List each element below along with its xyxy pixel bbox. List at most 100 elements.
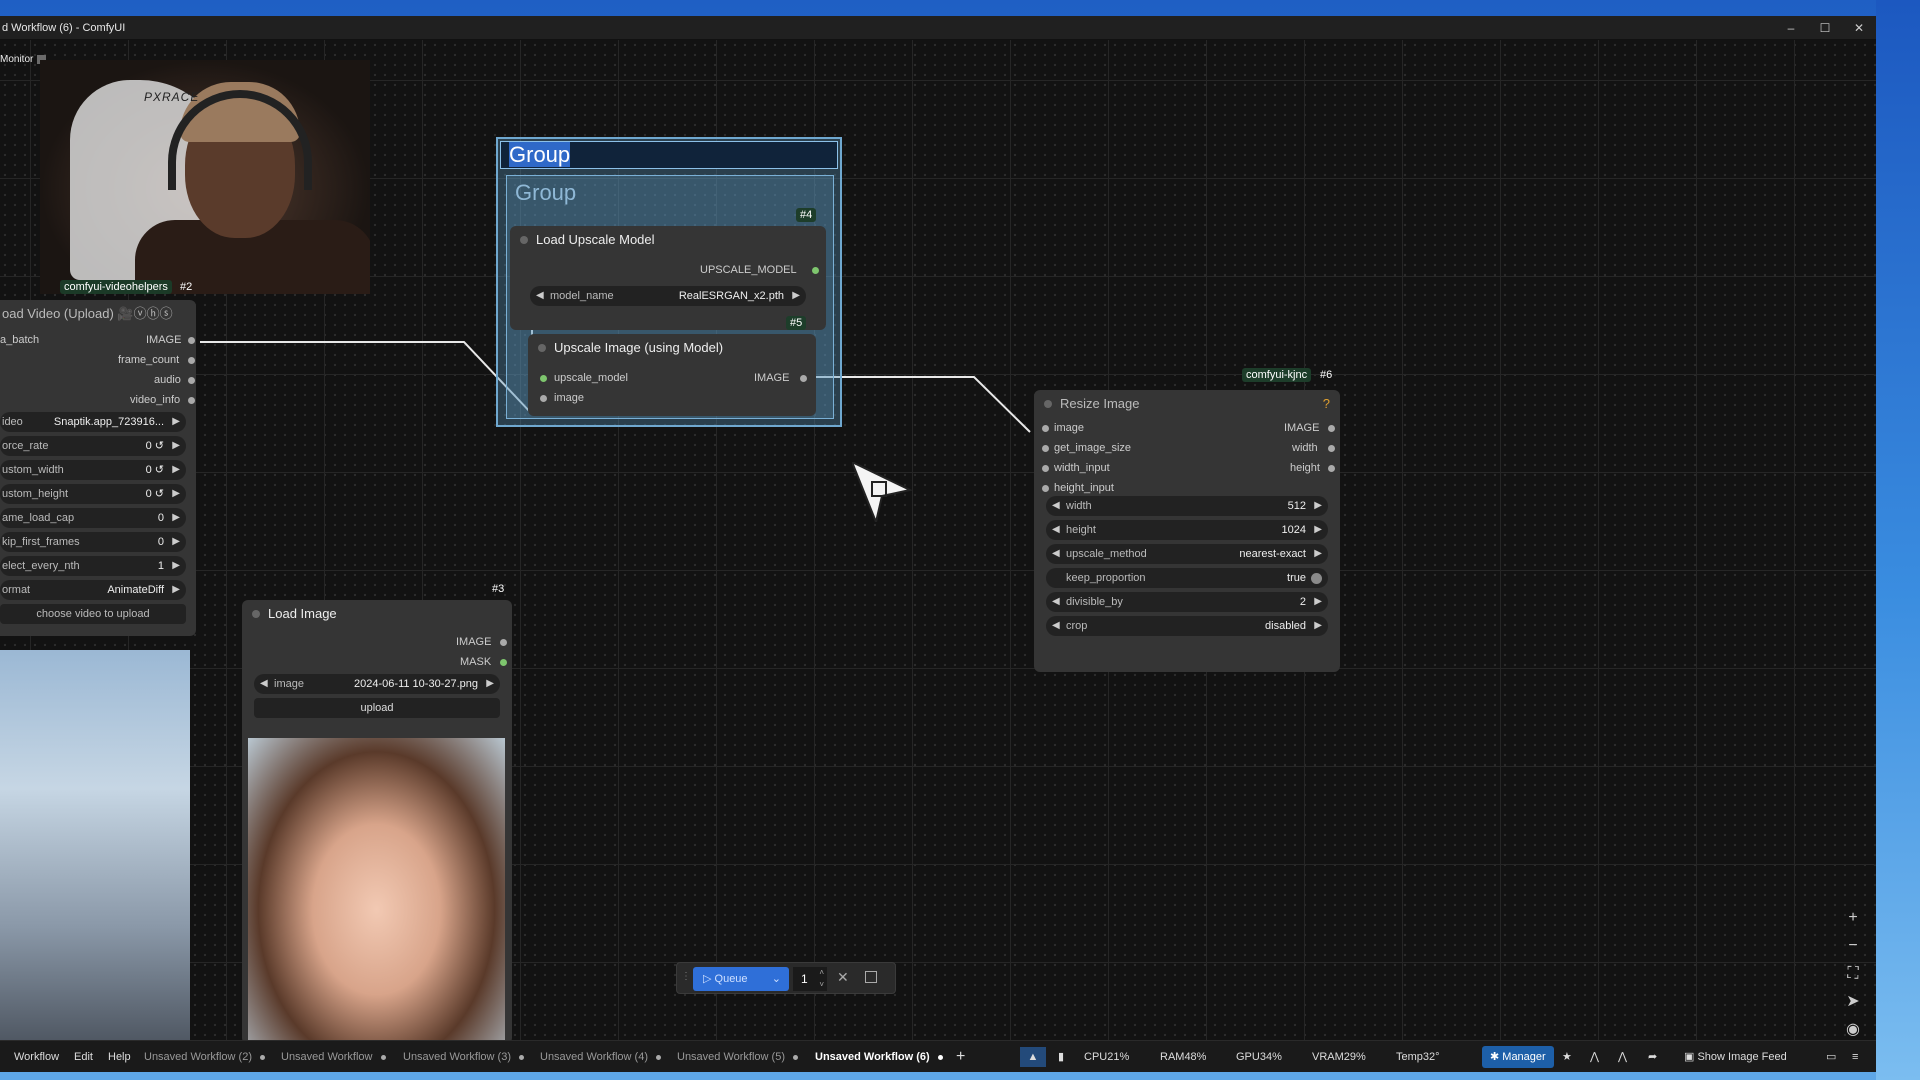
arrow-right-icon[interactable]: ▶ bbox=[1314, 616, 1322, 636]
output-socket[interactable] bbox=[800, 375, 807, 382]
widget-format[interactable]: ormat AnimateDiff ▶ bbox=[0, 580, 186, 600]
workflow-tab-active[interactable]: Unsaved Workflow (6) bbox=[815, 1041, 943, 1072]
arrow-right-icon[interactable]: ▶ bbox=[172, 436, 180, 456]
output-socket[interactable] bbox=[1328, 445, 1335, 452]
share-icon[interactable]: ➦ bbox=[1648, 1041, 1657, 1072]
divisible-by-widget[interactable]: ◀ divisible_by 2 ▶ bbox=[1046, 592, 1328, 612]
output-socket[interactable] bbox=[500, 639, 507, 646]
output-socket[interactable] bbox=[1328, 465, 1335, 472]
menu-workflow[interactable]: Workflow bbox=[14, 1041, 59, 1072]
close-button[interactable]: ✕ bbox=[1842, 16, 1876, 40]
output-socket[interactable] bbox=[500, 659, 507, 666]
comfy-logo-icon[interactable]: ▲ bbox=[1020, 1047, 1046, 1067]
arrow-left-icon[interactable]: ◀ bbox=[1052, 544, 1060, 564]
arrow-left-icon[interactable]: ◀ bbox=[1052, 520, 1060, 540]
upscale-method-widget[interactable]: ◀ upscale_method nearest-exact ▶ bbox=[1046, 544, 1328, 564]
queue-button[interactable]: ▷ Queue ⌄ bbox=[693, 967, 789, 991]
workflow-tab[interactable]: Unsaved Workflow (2) bbox=[144, 1041, 265, 1072]
arrow-right-icon[interactable]: ▶ bbox=[172, 580, 180, 600]
stop-icon[interactable] bbox=[865, 971, 877, 983]
widget-custom-width[interactable]: ustom_width 0 ↺ ▶ bbox=[0, 460, 186, 480]
queue-count-input[interactable]: 1 ˄ ˅ bbox=[793, 967, 827, 991]
manager-button[interactable]: ✱ Manager bbox=[1482, 1046, 1554, 1068]
cancel-icon[interactable]: ✕ bbox=[837, 969, 849, 986]
input-socket[interactable] bbox=[1042, 485, 1049, 492]
load-video-node[interactable]: oad Video (Upload) 🎥ⓥⓗⓢ a_batch IMAGE fr… bbox=[0, 300, 196, 636]
input-socket[interactable] bbox=[1042, 465, 1049, 472]
widget-video[interactable]: ideo Snaptik.app_723916... ▶ bbox=[0, 412, 186, 432]
output-socket[interactable] bbox=[188, 337, 195, 344]
chevron-down-icon[interactable]: ⌄ bbox=[772, 967, 781, 991]
stepper-icon[interactable]: ˄ ˅ bbox=[819, 967, 824, 991]
zoom-in-icon[interactable]: + bbox=[1838, 904, 1868, 932]
group-title-input[interactable]: Group bbox=[500, 141, 838, 169]
arrow-left-icon[interactable]: ◀ bbox=[536, 286, 544, 306]
arrow-right-icon[interactable]: ▶ bbox=[792, 286, 800, 306]
maximize-button[interactable]: ☐ bbox=[1808, 16, 1842, 40]
collapse-dot-icon[interactable] bbox=[538, 344, 546, 352]
model-icon[interactable]: ⋀ bbox=[1590, 1041, 1599, 1072]
arrow-left-icon[interactable]: ◀ bbox=[1052, 496, 1060, 516]
arrow-right-icon[interactable]: ▶ bbox=[172, 532, 180, 552]
output-socket[interactable] bbox=[188, 357, 195, 364]
widget-skip-first-frames[interactable]: kip_first_frames 0 ▶ bbox=[0, 532, 186, 552]
hamburger-menu-icon[interactable]: ≡ bbox=[1852, 1041, 1858, 1072]
upscale-image-node[interactable]: Upscale Image (using Model) upscale_mode… bbox=[528, 334, 816, 416]
arrow-right-icon[interactable]: ▶ bbox=[1314, 544, 1322, 564]
show-image-feed-button[interactable]: ▣ Show Image Feed bbox=[1684, 1041, 1787, 1072]
menu-edit[interactable]: Edit bbox=[74, 1041, 93, 1072]
widget-frame-load-cap[interactable]: ame_load_cap 0 ▶ bbox=[0, 508, 186, 528]
arrow-right-icon[interactable]: ▶ bbox=[172, 556, 180, 576]
arrow-right-icon[interactable]: ▶ bbox=[172, 508, 180, 528]
choose-video-button[interactable]: choose video to upload bbox=[0, 604, 186, 624]
arrow-left-icon[interactable]: ◀ bbox=[1052, 616, 1060, 636]
width-widget[interactable]: ◀ width 512 ▶ bbox=[1046, 496, 1328, 516]
navigate-icon[interactable]: ➤ bbox=[1838, 988, 1868, 1016]
toggle-knob-icon[interactable] bbox=[1311, 573, 1322, 584]
bookmark-icon[interactable]: ▮ bbox=[1058, 1041, 1064, 1072]
load-upscale-model-node[interactable]: Load Upscale Model UPSCALE_MODEL ◀ model… bbox=[510, 226, 826, 330]
fit-view-icon[interactable]: ⛶ bbox=[1838, 960, 1868, 988]
arrow-right-icon[interactable]: ▶ bbox=[172, 484, 180, 504]
resize-image-node[interactable]: Resize Image ? image get_image_size widt… bbox=[1034, 390, 1340, 672]
workflow-tab[interactable]: Unsaved Workflow bbox=[281, 1041, 386, 1072]
arrow-right-icon[interactable]: ▶ bbox=[172, 460, 180, 480]
model-name-selector[interactable]: ◀ model_name RealESRGAN_x2.pth ▶ bbox=[530, 286, 806, 306]
output-socket[interactable] bbox=[188, 397, 195, 404]
height-widget[interactable]: ◀ height 1024 ▶ bbox=[1046, 520, 1328, 540]
output-socket[interactable] bbox=[1328, 425, 1335, 432]
menu-help[interactable]: Help bbox=[108, 1041, 131, 1072]
input-socket[interactable] bbox=[1042, 445, 1049, 452]
help-icon[interactable]: ? bbox=[1323, 390, 1330, 418]
image-selector[interactable]: ◀ image 2024-06-11 10-30-27.png ▶ bbox=[254, 674, 500, 694]
arrow-right-icon[interactable]: ▶ bbox=[1314, 520, 1322, 540]
arrow-right-icon[interactable]: ▶ bbox=[172, 412, 180, 432]
workflow-tab[interactable]: Unsaved Workflow (5) bbox=[677, 1041, 798, 1072]
input-socket[interactable] bbox=[540, 395, 547, 402]
widget-select-every-nth[interactable]: elect_every_nth 1 ▶ bbox=[0, 556, 186, 576]
arrow-left-icon[interactable]: ◀ bbox=[1052, 592, 1060, 612]
input-socket[interactable] bbox=[540, 375, 547, 382]
arrow-right-icon[interactable]: ▶ bbox=[486, 674, 494, 694]
keep-proportion-toggle[interactable]: keep_proportion true bbox=[1046, 568, 1328, 588]
widget-custom-height[interactable]: ustom_height 0 ↺ ▶ bbox=[0, 484, 186, 504]
upload-button[interactable]: upload bbox=[254, 698, 500, 718]
arrow-right-icon[interactable]: ▶ bbox=[1314, 592, 1322, 612]
output-socket[interactable] bbox=[188, 377, 195, 384]
panel-icon[interactable]: ▭ bbox=[1826, 1041, 1836, 1072]
output-socket[interactable] bbox=[812, 267, 819, 274]
zoom-out-icon[interactable]: − bbox=[1838, 932, 1868, 960]
workflow-tab[interactable]: Unsaved Workflow (3) bbox=[403, 1041, 524, 1072]
crop-widget[interactable]: ◀ crop disabled ▶ bbox=[1046, 616, 1328, 636]
collapse-dot-icon[interactable] bbox=[252, 610, 260, 618]
minimize-button[interactable]: – bbox=[1774, 16, 1808, 40]
arrow-left-icon[interactable]: ◀ bbox=[260, 674, 268, 694]
node-icon[interactable]: ⋀ bbox=[1618, 1041, 1627, 1072]
workflow-tab[interactable]: Unsaved Workflow (4) bbox=[540, 1041, 661, 1072]
arrow-right-icon[interactable]: ▶ bbox=[1314, 496, 1322, 516]
input-socket[interactable] bbox=[1042, 425, 1049, 432]
star-icon[interactable]: ★ bbox=[1562, 1041, 1572, 1072]
widget-force-rate[interactable]: orce_rate 0 ↺ ▶ bbox=[0, 436, 186, 456]
collapse-dot-icon[interactable] bbox=[1044, 400, 1052, 408]
collapse-dot-icon[interactable] bbox=[520, 236, 528, 244]
